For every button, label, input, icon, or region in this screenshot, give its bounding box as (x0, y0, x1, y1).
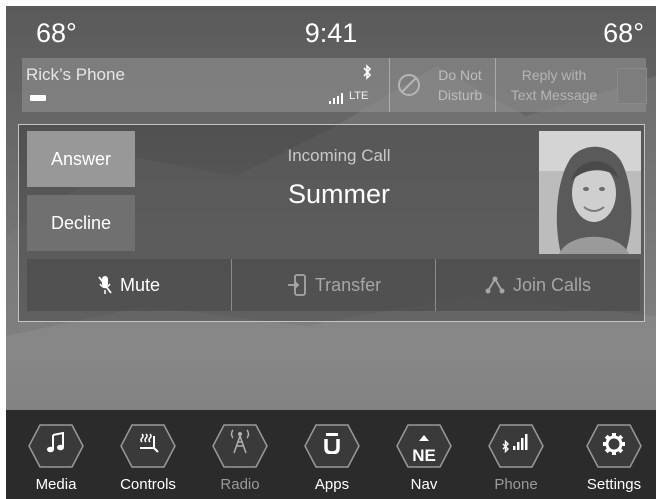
compass-heading: NE (412, 446, 436, 465)
screenshot: 68° 9:41 68° Rick’s Phone LTE Do Not Dis… (0, 0, 662, 499)
answer-button[interactable]: Answer (27, 131, 135, 187)
bottom-navigation-bar: Media Controls Radio Apps NE Nav Phone S… (6, 410, 656, 499)
signal-strength-icon (329, 93, 343, 104)
nav-nav-label: Nav (410, 476, 438, 493)
nav-apps[interactable]: Apps (290, 410, 374, 499)
infotainment-display: 68° 9:41 68° Rick’s Phone LTE Do Not Dis… (6, 6, 656, 499)
nav-radio-label: Radio (220, 476, 260, 493)
join-calls-icon (485, 276, 505, 294)
call-actions-row: Mute Transfer Join Calls (27, 259, 640, 311)
clock: 9:41 (304, 18, 358, 48)
network-type: LTE (349, 90, 369, 102)
dnd-label-line-1: Do Not (438, 67, 482, 83)
nav-phone[interactable]: Phone (474, 410, 558, 499)
reply-label-line-2: Text Message (510, 87, 598, 103)
phone-signal-icon (502, 434, 528, 454)
nav-settings-label: Settings (586, 476, 642, 493)
incoming-call-label: Incoming Call (287, 146, 391, 165)
bluetooth-icon (363, 64, 372, 80)
incoming-call-panel: Answer Decline Incoming Call Summer Mute… (18, 124, 645, 322)
nav-media[interactable]: Media (14, 410, 98, 499)
uconnect-apps-icon (324, 433, 340, 455)
reply-with-text-label: Reply with Text Message (496, 65, 612, 105)
seat-controls-icon (140, 433, 159, 453)
nav-radio[interactable]: Radio (198, 410, 282, 499)
mute-button[interactable]: Mute (27, 259, 231, 311)
nav-settings[interactable]: Settings (572, 410, 656, 499)
caller-photo (539, 131, 641, 254)
nav-navigation[interactable]: NE Nav (382, 410, 466, 499)
nav-controls-label: Controls (120, 476, 176, 493)
reply-with-text-button[interactable]: Reply with Text Message (496, 58, 612, 112)
transfer-button[interactable]: Transfer (231, 259, 436, 311)
decline-button[interactable]: Decline (27, 195, 135, 251)
join-calls-button[interactable]: Join Calls (435, 259, 640, 311)
transfer-label: Transfer (314, 274, 382, 295)
passenger-temperature[interactable]: 68° (603, 18, 644, 49)
dnd-label-line-2: Disturb (437, 87, 483, 103)
do-not-disturb-label: Do Not Disturb (428, 65, 492, 105)
nav-controls[interactable]: Controls (106, 410, 190, 499)
transfer-icon (287, 274, 306, 296)
music-note-icon (47, 431, 64, 453)
compass-arrow-icon (419, 435, 429, 441)
gear-icon (603, 433, 625, 455)
do-not-disturb-icon (398, 74, 420, 96)
join-calls-label: Join Calls (512, 274, 592, 295)
phone-status-bar: Rick’s Phone LTE Do Not Disturb Reply wi… (22, 58, 647, 112)
compass-ne-icon: NE (382, 428, 466, 466)
radio-tower-icon (230, 429, 250, 454)
reply-label-line-1: Reply with (521, 67, 587, 83)
nav-media-label: Media (35, 476, 77, 493)
nav-apps-label: Apps (314, 476, 350, 493)
reply-options-box[interactable] (617, 68, 647, 104)
nav-phone-label: Phone (494, 476, 538, 493)
caller-name: Summer (287, 179, 390, 209)
do-not-disturb-button[interactable]: Do Not Disturb (390, 58, 494, 112)
battery-icon (30, 95, 46, 101)
microphone-muted-icon (98, 276, 112, 294)
mute-label: Mute (119, 274, 161, 295)
phone-name: Rick’s Phone (26, 65, 125, 84)
caller-avatar-image (539, 131, 641, 254)
